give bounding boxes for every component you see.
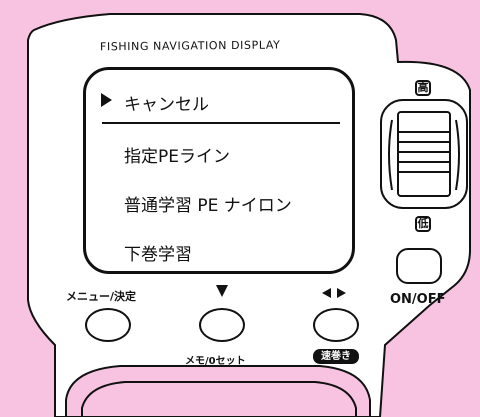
- power-label: ON/OFF: [390, 292, 446, 307]
- menu-item-label: 普通学習 PE ナイロン: [124, 196, 292, 216]
- menu-label: メニュー/決定: [66, 290, 137, 303]
- left-arrow-icon: [322, 288, 331, 298]
- handle-cutout: [65, 365, 371, 417]
- high-label-badge: 高: [415, 80, 431, 96]
- memo-button[interactable]: [199, 308, 245, 342]
- selection-underline: [102, 122, 340, 124]
- fast-wind-label: 速巻き: [313, 349, 359, 364]
- device-title: FISHING NAVIGATION DISPLAY: [99, 38, 281, 54]
- menu-item-label: キャンセル: [124, 95, 209, 115]
- fast-wind-button[interactable]: [313, 308, 359, 342]
- memo-label: メモ/0セット: [185, 356, 246, 367]
- menu-button[interactable]: [85, 308, 131, 342]
- lcd-screen: キャンセル 指定PEライン 普通学習 PE ナイロン 下巻学習: [83, 67, 355, 274]
- dial-wheel[interactable]: [380, 99, 468, 209]
- menu-item-label: 指定PEライン: [124, 147, 230, 167]
- low-label-badge: 低: [415, 216, 431, 232]
- menu-item-label: 下巻学習: [124, 245, 192, 265]
- triangle-down-icon: [216, 285, 228, 297]
- power-button[interactable]: [396, 248, 442, 284]
- right-arrow-icon: [337, 288, 346, 298]
- selection-cursor-icon: [101, 93, 112, 107]
